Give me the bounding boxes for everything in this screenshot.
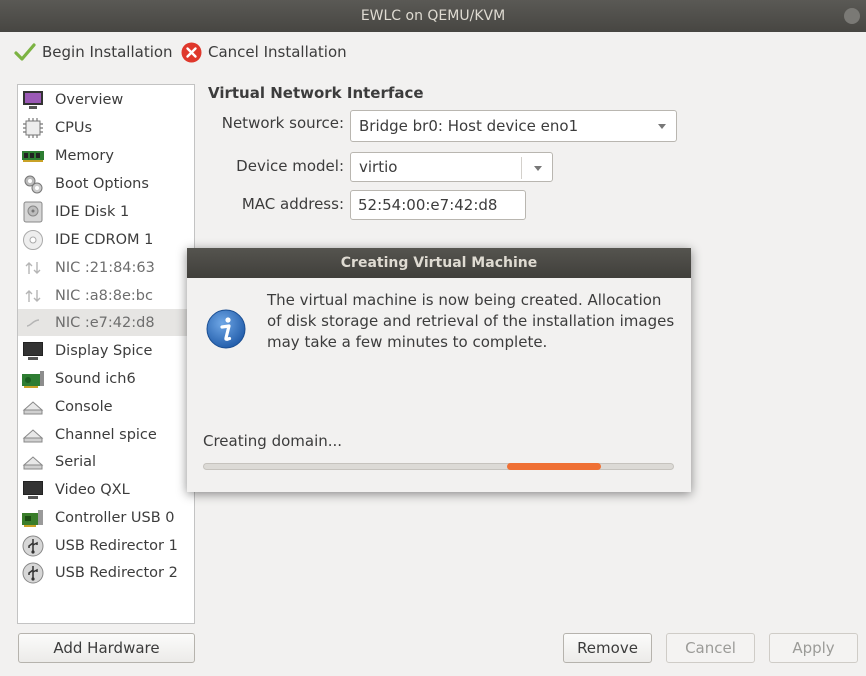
sidebar-item-overview[interactable]: Overview [18, 86, 194, 113]
device-model-combo[interactable]: virtio [350, 152, 553, 182]
sidebar-item-sound-ich6[interactable]: Sound ich6 [18, 365, 194, 392]
window-close-button[interactable] [844, 8, 860, 24]
network-icon [20, 257, 46, 279]
mac-address-field[interactable]: 52:54:00:e7:42:d8 [350, 190, 526, 220]
device-model-value: virtio [359, 158, 398, 176]
network-source-value: Bridge br0: Host device eno1 [359, 117, 579, 135]
begin-installation-button[interactable]: Begin Installation [14, 41, 173, 63]
sidebar-item-memory[interactable]: Memory [18, 142, 194, 169]
combo-separator [521, 157, 522, 179]
info-icon [206, 309, 246, 349]
sidebar-item-usb-redirector-1[interactable]: USB Redirector 1 [18, 532, 194, 559]
cancel-icon [181, 42, 202, 62]
progress-bar [203, 463, 674, 470]
display-icon [20, 479, 46, 501]
creating-vm-dialog: Creating Virtual Machine The virtual mac… [187, 248, 691, 492]
chevron-down-icon[interactable] [534, 166, 542, 171]
checkmark-icon [14, 43, 36, 61]
apply-button[interactable]: Apply [769, 633, 858, 663]
begin-installation-label: Begin Installation [42, 43, 173, 61]
network-source-dropdown[interactable]: Bridge br0: Host device eno1 [350, 110, 677, 142]
gears-icon [20, 173, 46, 195]
sidebar-item-video-qxl[interactable]: Video QXL [18, 476, 194, 503]
sidebar-item-nic-21-84-63[interactable]: NIC :21:84:63 [18, 254, 194, 281]
cdrom-icon [20, 229, 46, 251]
chevron-down-icon [658, 124, 666, 129]
dialog-message: The virtual machine is now being created… [267, 291, 675, 351]
mac-address-value: 52:54:00:e7:42:d8 [358, 196, 498, 214]
device-model-label: Device model: [236, 157, 344, 175]
cancel-button[interactable]: Cancel [666, 633, 755, 663]
hardware-list: Overview CPUs Memory Boot Options IDE Di… [17, 84, 195, 624]
usb-icon [20, 535, 46, 557]
cancel-installation-label: Cancel Installation [208, 43, 347, 61]
sidebar-item-controller-usb-0[interactable]: Controller USB 0 [18, 504, 194, 531]
sound-card-icon [20, 368, 46, 390]
disk-icon [20, 201, 46, 223]
controller-icon [20, 507, 46, 529]
section-title: Virtual Network Interface [208, 84, 424, 102]
sidebar-item-serial[interactable]: Serial [18, 448, 194, 475]
sidebar-item-usb-redirector-2[interactable]: USB Redirector 2 [18, 559, 194, 586]
remove-button[interactable]: Remove [563, 633, 652, 663]
sidebar-item-channel-spice[interactable]: Channel spice [18, 421, 194, 448]
cancel-installation-button[interactable]: Cancel Installation [181, 41, 347, 63]
network-icon [20, 312, 46, 334]
sidebar-item-cpus[interactable]: CPUs [18, 114, 194, 141]
progress-pulse [507, 463, 601, 470]
usb-icon [20, 562, 46, 584]
serial-icon [20, 451, 46, 473]
dialog-title: Creating Virtual Machine [187, 248, 691, 278]
network-source-label: Network source: [221, 114, 344, 132]
network-icon [20, 285, 46, 307]
toolbar: Begin Installation Cancel Installation [0, 32, 866, 72]
monitor-icon [20, 89, 46, 111]
progress-status-text: Creating domain... [203, 432, 343, 450]
sidebar-item-nic-e7-42-d8[interactable]: NIC :e7:42:d8 [18, 309, 194, 336]
serial-icon [20, 396, 46, 418]
sidebar-item-ide-disk-1[interactable]: IDE Disk 1 [18, 198, 194, 225]
window-title: EWLC on QEMU/KVM [360, 8, 506, 24]
mac-address-label: MAC address: [241, 195, 344, 213]
sidebar-item-display-spice[interactable]: Display Spice [18, 337, 194, 364]
sidebar-item-nic-a8-8e-bc[interactable]: NIC :a8:8e:bc [18, 282, 194, 309]
sidebar-item-console[interactable]: Console [18, 393, 194, 420]
sidebar-item-ide-cdrom-1[interactable]: IDE CDROM 1 [18, 226, 194, 253]
cpu-icon [20, 117, 46, 139]
add-hardware-button[interactable]: Add Hardware [18, 633, 195, 663]
memory-icon [20, 145, 46, 167]
serial-icon [20, 424, 46, 446]
sidebar-item-boot-options[interactable]: Boot Options [18, 170, 194, 197]
display-icon [20, 340, 46, 362]
window-titlebar: EWLC on QEMU/KVM [0, 0, 866, 32]
